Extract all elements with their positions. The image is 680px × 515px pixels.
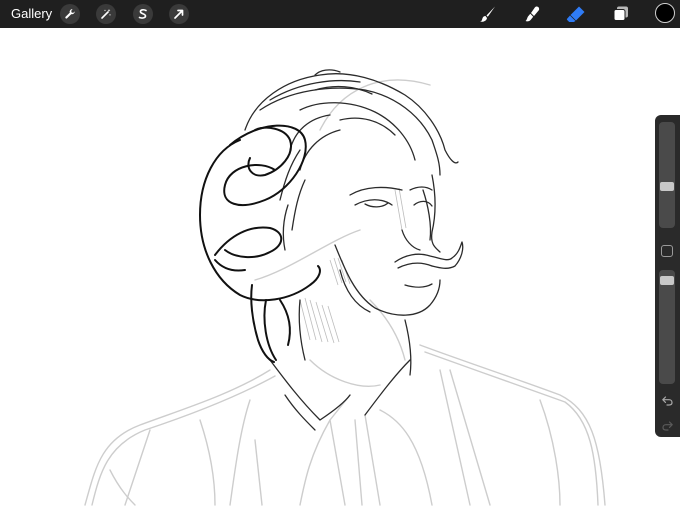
gallery-button[interactable]: Gallery bbox=[11, 6, 52, 22]
color-picker-button[interactable] bbox=[655, 3, 675, 23]
opacity-slider[interactable] bbox=[659, 270, 675, 384]
opacity-thumb[interactable] bbox=[660, 276, 674, 285]
modify-button[interactable] bbox=[661, 245, 673, 257]
transform-button[interactable] bbox=[169, 4, 189, 24]
undo-icon[interactable] bbox=[661, 394, 674, 407]
brush-size-slider[interactable] bbox=[659, 122, 675, 228]
smudge-tool[interactable] bbox=[522, 4, 544, 24]
adjustments-button[interactable] bbox=[96, 4, 116, 24]
selection-button[interactable] bbox=[133, 4, 153, 24]
side-toolbar bbox=[655, 115, 680, 437]
layers-icon bbox=[613, 6, 628, 21]
brush-tool[interactable] bbox=[477, 4, 499, 24]
portrait-sketch bbox=[84, 69, 606, 506]
layers-button[interactable] bbox=[610, 4, 632, 24]
transform-arrow-icon bbox=[174, 9, 184, 19]
selection-s-icon bbox=[138, 8, 147, 19]
smudge-icon bbox=[525, 6, 540, 22]
eraser-icon bbox=[566, 6, 585, 22]
wrench-icon bbox=[65, 9, 75, 19]
top-toolbar: Gallery bbox=[0, 0, 680, 28]
eraser-tool[interactable] bbox=[565, 4, 587, 24]
actions-button[interactable] bbox=[60, 4, 80, 24]
redo-icon[interactable] bbox=[661, 419, 674, 432]
magic-wand-icon bbox=[101, 9, 111, 19]
brush-icon bbox=[480, 6, 495, 22]
drawing-canvas[interactable] bbox=[0, 28, 680, 510]
brush-size-thumb[interactable] bbox=[660, 182, 674, 191]
